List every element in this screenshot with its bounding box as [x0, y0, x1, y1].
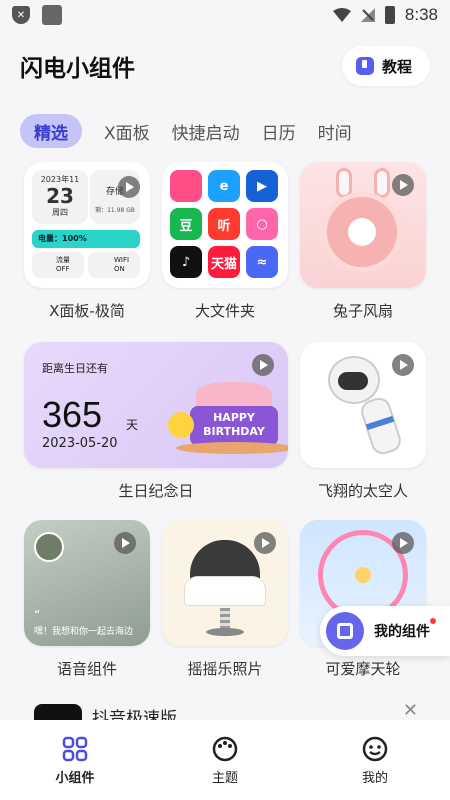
weekday-text: 周四 [52, 208, 68, 217]
folder-app-icon: 天猫 [208, 246, 240, 278]
folder-app-icon [170, 170, 202, 202]
palette-icon [212, 736, 238, 761]
widget-label-astronaut: 飞翔的太空人 [317, 482, 408, 500]
ferris-hub [355, 567, 371, 583]
tab-featured[interactable]: 精选 [20, 114, 82, 148]
widget-label-birthday: 生日纪念日 [118, 482, 194, 500]
smile-icon [362, 736, 388, 761]
folder-app-icon: ≈ [246, 246, 278, 278]
play-icon[interactable] [392, 354, 414, 376]
folder-app-icon: ○ [246, 208, 278, 240]
nav-profile[interactable]: 我的 [325, 735, 425, 786]
cake-plate [176, 442, 288, 454]
book-icon [355, 57, 374, 75]
photo-widget-card[interactable] [162, 520, 288, 646]
astronaut-widget-card[interactable] [300, 342, 426, 468]
play-icon[interactable] [254, 532, 276, 554]
fan-widget-card[interactable] [300, 162, 426, 288]
widget-label-fan: 兔子风扇 [332, 302, 393, 320]
tab-calendar[interactable]: 日历 [262, 114, 296, 148]
wifi-toggle: WIFI ON [88, 252, 140, 278]
voice-text: 嘿！我想和你一起去海边 [34, 627, 134, 637]
notification-dot [430, 618, 436, 624]
smiley-icon [168, 412, 194, 438]
nav-widgets[interactable]: 小组件 [25, 735, 125, 786]
play-icon[interactable] [392, 532, 414, 554]
birthday-unit: 天 [126, 418, 139, 432]
astronaut-body [358, 394, 404, 458]
birthday-date: 2023-05-20 [42, 436, 118, 451]
my-widgets-button[interactable]: 我的组件 [320, 606, 450, 656]
rabbit-ear [374, 168, 390, 198]
day-text: 23 [46, 184, 74, 208]
widget-label-folder: 大文件夹 [194, 302, 255, 320]
widgets-icon [326, 612, 364, 650]
quote-mark: “ [34, 608, 41, 622]
xpanel-widget-card[interactable]: 2023年11 23 周四 存储 剩：11.98 GB 电量：100% 流量 O… [24, 162, 150, 288]
wifi-label: WIFI [114, 256, 130, 264]
my-widgets-label: 我的组件 [374, 624, 430, 640]
nav-label: 主题 [211, 770, 238, 786]
play-icon[interactable] [252, 354, 274, 376]
folder-app-icon: ▶ [246, 170, 278, 202]
wifi-icon [332, 8, 351, 22]
cake-illustration: HAPPY BIRTHDAY [190, 406, 278, 446]
birthday-days: 365 [42, 394, 103, 435]
signal-icon [360, 8, 375, 22]
grid-icon [62, 736, 88, 761]
tab-time[interactable]: 时间 [318, 114, 352, 148]
status-bar: ✕ 8:38 [0, 0, 450, 30]
category-tabs: 精选 X面板 快捷启动 日历 时间 [0, 112, 450, 150]
folder-app-icon: 豆 [170, 208, 202, 240]
folder-app-grid: e ▶ 豆听 ○ ♪ 天猫 ≈ [170, 170, 282, 278]
wifi-state: ON [114, 265, 125, 273]
battery-bar: 电量：100% [32, 230, 140, 248]
birthday-title: 距离生日还有 [42, 362, 108, 375]
battery-icon [384, 6, 395, 24]
tab-xpanel[interactable]: X面板 [104, 114, 150, 148]
clock: 8:38 [404, 5, 438, 24]
nav-label: 我的 [361, 770, 388, 786]
shield-icon: ✕ [12, 6, 30, 24]
tab-quick-launch[interactable]: 快捷启动 [172, 114, 240, 148]
nav-themes[interactable]: 主题 [175, 735, 275, 786]
date-tile: 2023年11 23 周四 [32, 170, 88, 224]
close-icon[interactable]: ✕ [403, 700, 418, 721]
ad-banner[interactable]: 抖音极速版 ✕ [24, 700, 428, 722]
widget-label-voice: 语音组件 [56, 660, 117, 678]
avatar [34, 532, 64, 562]
nav-label: 小组件 [55, 770, 95, 786]
cake-text-birthday: BIRTHDAY [203, 425, 265, 438]
tutorial-label: 教程 [381, 57, 412, 76]
widget-label-ferris: 可爱摩天轮 [325, 660, 401, 678]
flow-state: OFF [56, 265, 70, 273]
play-icon[interactable] [392, 174, 414, 196]
bottom-navigation: 小组件 主题 我的 [0, 720, 450, 800]
widget-label-photo: 摇摇乐照片 [187, 660, 263, 678]
spring-stand [220, 608, 230, 630]
tutorial-button[interactable]: 教程 [341, 46, 430, 86]
voice-widget-card[interactable]: “ 嘿！我想和你一起去海边 [24, 520, 150, 646]
birthday-widget-card[interactable]: 距离生日还有 365 天 2023-05-20 HAPPY BIRTHDAY [24, 342, 288, 468]
widget-label-xpanel: X面板-极简 [49, 302, 125, 320]
stand-base [206, 628, 244, 636]
app-header: 闪电小组件 教程 [0, 44, 450, 88]
cake-text-happy: HAPPY [213, 411, 255, 424]
mobile-data-toggle: 流量 OFF [32, 252, 84, 278]
notification-icon [42, 5, 62, 25]
play-icon[interactable] [114, 532, 136, 554]
flow-label: 流量 [56, 256, 70, 264]
folder-widget-card[interactable]: e ▶ 豆听 ○ ♪ 天猫 ≈ [162, 162, 288, 288]
fan-hub [348, 218, 376, 246]
astronaut-visor [338, 372, 368, 390]
storage-remaining: 剩：11.98 GB [95, 207, 135, 214]
play-icon[interactable] [118, 176, 140, 198]
folder-app-icon: ♪ [170, 246, 202, 278]
folder-app-icon: 听 [208, 208, 240, 240]
page-title: 闪电小组件 [20, 56, 135, 82]
folder-app-icon: e [208, 170, 240, 202]
photo-frame [184, 576, 266, 606]
